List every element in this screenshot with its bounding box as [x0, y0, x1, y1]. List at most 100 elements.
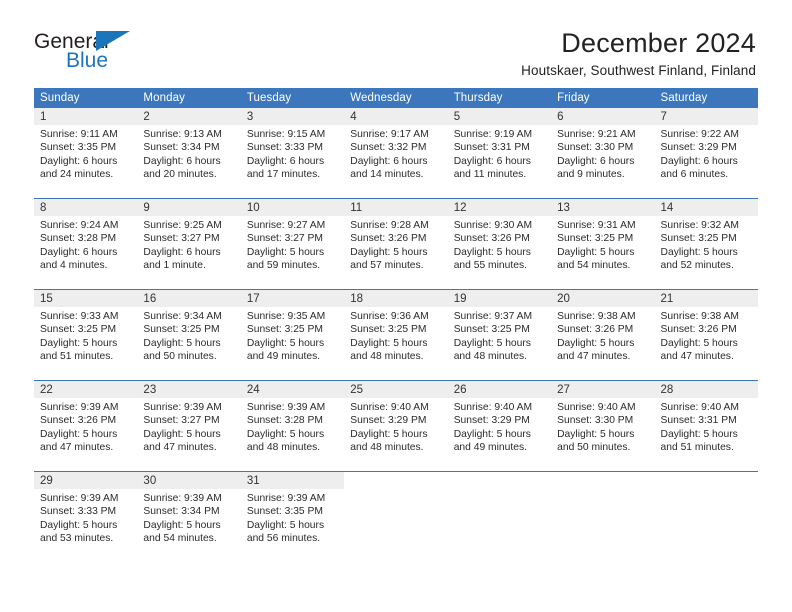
page-header: General Blue December 2024 Houtskaer, So…: [0, 0, 792, 78]
daylight-duration-line2: and 54 minutes.: [557, 260, 631, 272]
calendar-day-cell[interactable]: 9 Sunrise: 9:25 AM Sunset: 3:27 PM Daylight…: [137, 198, 241, 290]
sunrise-time: Sunrise: 9:39 AM: [143, 493, 222, 504]
calendar-day-cell[interactable]: 1 Sunrise: 9:11 AM Sunset: 3:35 PM Daylight…: [34, 108, 138, 199]
sunrise-time: Sunrise: 9:13 AM: [143, 129, 222, 140]
calendar-day-cell[interactable]: 5 Sunrise: 9:19 AM Sunset: 3:31 PM Daylight…: [447, 108, 552, 199]
day-cell-details: Sunrise: 9:40 AM Sunset: 3:29 PM Daylight:…: [344, 398, 447, 455]
calendar-day-cell[interactable]: 11 Sunrise: 9:28 AM Sunset: 3:26 PM Dayligh…: [344, 198, 448, 290]
daylight-duration-line2: and 47 minutes.: [143, 442, 217, 454]
calendar-day-cell[interactable]: 20 Sunrise: 9:38 AM Sunset: 3:26 PM Dayligh…: [551, 289, 655, 381]
calendar-day-cell[interactable]: 15 Sunrise: 9:33 AM Sunset: 3:25 PM Dayligh…: [34, 289, 138, 381]
calendar-day-cell[interactable]: 24 Sunrise: 9:39 AM Sunset: 3:28 PM Dayligh…: [240, 380, 345, 472]
day-cell-details: Sunrise: 9:22 AM Sunset: 3:29 PM Daylight:…: [655, 125, 758, 182]
daylight-duration-line2: and 54 minutes.: [143, 533, 217, 545]
calendar-day-cell[interactable]: 3 Sunrise: 9:15 AM Sunset: 3:33 PM Daylight…: [240, 108, 345, 199]
calendar-day-cell[interactable]: 17 Sunrise: 9:35 AM Sunset: 3:25 PM Dayligh…: [240, 289, 345, 381]
calendar-day-cell[interactable]: 2 Sunrise: 9:13 AM Sunset: 3:34 PM Daylight…: [137, 108, 241, 199]
daylight-duration-line2: and 6 minutes.: [660, 169, 729, 181]
weekday-header-row: Sunday Monday Tuesday Wednesday Thursday…: [34, 88, 758, 108]
sunset-time: Sunset: 3:25 PM: [557, 233, 634, 245]
daylight-duration-line1: Daylight: 5 hours: [246, 246, 325, 258]
calendar-day-cell[interactable]: 31 Sunrise: 9:39 AM Sunset: 3:35 PM Dayligh…: [240, 471, 345, 562]
calendar-day-cell[interactable]: 7 Sunrise: 9:22 AM Sunset: 3:29 PM Daylight…: [654, 108, 758, 199]
sunset-time: Sunset: 3:31 PM: [660, 415, 737, 427]
daylight-duration-line2: and 47 minutes.: [557, 351, 631, 363]
day-number: 7: [654, 108, 758, 125]
day-cell-inner: 11 Sunrise: 9:28 AM Sunset: 3:26 PM Dayligh…: [344, 199, 448, 289]
calendar-day-cell[interactable]: 27 Sunrise: 9:40 AM Sunset: 3:30 PM Dayligh…: [551, 380, 655, 472]
daylight-duration-line1: Daylight: 6 hours: [143, 155, 221, 167]
sunrise-time: Sunrise: 9:24 AM: [40, 220, 119, 231]
day-number: 1: [34, 108, 138, 125]
daylight-duration-line1: Daylight: 5 hours: [246, 428, 325, 440]
day-cell-details: Sunrise: 9:39 AM Sunset: 3:28 PM Daylight:…: [241, 398, 344, 455]
daylight-duration-line1: Daylight: 6 hours: [40, 155, 118, 167]
sunrise-time: Sunrise: 9:38 AM: [557, 311, 636, 322]
sunrise-time: Sunrise: 9:40 AM: [660, 402, 739, 413]
calendar-day-cell[interactable]: 26 Sunrise: 9:40 AM Sunset: 3:29 PM Dayligh…: [447, 380, 552, 472]
daylight-duration-line1: Daylight: 5 hours: [453, 246, 531, 258]
sunrise-time: Sunrise: 9:17 AM: [350, 129, 429, 140]
calendar-day-cell[interactable]: 30 Sunrise: 9:39 AM Sunset: 3:34 PM Dayligh…: [137, 471, 241, 562]
day-cell-details: Sunrise: 9:11 AM Sunset: 3:35 PM Daylight:…: [34, 125, 137, 182]
calendar-day-cell[interactable]: 28 Sunrise: 9:40 AM Sunset: 3:31 PM Dayligh…: [654, 380, 758, 472]
logo-text-blue: Blue: [66, 49, 109, 72]
sunrise-time: Sunrise: 9:32 AM: [660, 220, 739, 231]
day-cell-inner: 15 Sunrise: 9:33 AM Sunset: 3:25 PM Dayligh…: [34, 290, 138, 380]
day-cell-inner: 21 Sunrise: 9:38 AM Sunset: 3:26 PM Dayligh…: [654, 290, 758, 380]
day-cell-inner: 31 Sunrise: 9:39 AM Sunset: 3:35 PM Dayligh…: [240, 472, 345, 562]
calendar-day-cell[interactable]: 4 Sunrise: 9:17 AM Sunset: 3:32 PM Daylight…: [344, 108, 448, 199]
sunrise-time: Sunrise: 9:31 AM: [557, 220, 636, 231]
calendar-day-cell[interactable]: 25 Sunrise: 9:40 AM Sunset: 3:29 PM Dayligh…: [344, 380, 448, 472]
day-cell-inner: 13 Sunrise: 9:31 AM Sunset: 3:25 PM Dayligh…: [551, 199, 655, 289]
sunset-time: Sunset: 3:29 PM: [453, 415, 530, 427]
sunrise-time: Sunrise: 9:15 AM: [246, 129, 326, 140]
general-blue-logo[interactable]: General Blue: [34, 28, 152, 76]
day-cell-inner: 10 Sunrise: 9:27 AM Sunset: 3:27 PM Dayligh…: [240, 199, 345, 289]
daylight-duration-line1: Daylight: 5 hours: [143, 337, 221, 349]
sunrise-time: Sunrise: 9:11 AM: [40, 129, 118, 140]
day-number: 26: [447, 381, 552, 398]
sunset-time: Sunset: 3:25 PM: [40, 324, 117, 336]
sunrise-time: Sunrise: 9:39 AM: [246, 402, 326, 413]
calendar-day-cell[interactable]: 8 Sunrise: 9:24 AM Sunset: 3:28 PM Daylight…: [34, 198, 138, 290]
calendar-day-cell[interactable]: 18 Sunrise: 9:36 AM Sunset: 3:25 PM Dayligh…: [344, 289, 448, 381]
calendar-day-cell[interactable]: 6 Sunrise: 9:21 AM Sunset: 3:30 PM Daylight…: [551, 108, 655, 199]
daylight-duration-line1: Daylight: 5 hours: [557, 428, 635, 440]
day-cell-details: Sunrise: 9:24 AM Sunset: 3:28 PM Daylight:…: [34, 216, 137, 273]
calendar-day-cell[interactable]: 23 Sunrise: 9:39 AM Sunset: 3:27 PM Dayligh…: [137, 380, 241, 472]
calendar-week-row: 15 Sunrise: 9:33 AM Sunset: 3:25 PM Dayligh…: [34, 289, 758, 381]
calendar-day-cell[interactable]: 29 Sunrise: 9:39 AM Sunset: 3:33 PM Dayligh…: [34, 471, 138, 562]
day-cell-inner: 23 Sunrise: 9:39 AM Sunset: 3:27 PM Dayligh…: [137, 381, 241, 471]
calendar-day-cell[interactable]: 22 Sunrise: 9:39 AM Sunset: 3:26 PM Dayligh…: [34, 380, 138, 472]
calendar-day-cell[interactable]: 16 Sunrise: 9:34 AM Sunset: 3:25 PM Dayligh…: [137, 289, 241, 381]
sunset-time: Sunset: 3:26 PM: [660, 324, 737, 336]
daylight-duration-line2: and 51 minutes.: [660, 442, 734, 454]
calendar-day-cell[interactable]: 10 Sunrise: 9:27 AM Sunset: 3:27 PM Dayligh…: [240, 198, 345, 290]
sunrise-time: Sunrise: 9:30 AM: [453, 220, 533, 231]
sunrise-time: Sunrise: 9:39 AM: [40, 402, 119, 413]
daylight-duration-line1: Daylight: 5 hours: [40, 337, 118, 349]
day-number: 24: [240, 381, 345, 398]
sunset-time: Sunset: 3:35 PM: [40, 142, 117, 154]
day-cell-inner: 5 Sunrise: 9:19 AM Sunset: 3:31 PM Daylight…: [447, 108, 552, 198]
day-cell-details: Sunrise: 9:28 AM Sunset: 3:26 PM Daylight:…: [344, 216, 447, 273]
daylight-duration-line2: and 14 minutes.: [350, 169, 424, 181]
day-cell-details: Sunrise: 9:40 AM Sunset: 3:29 PM Daylight:…: [448, 398, 551, 455]
daylight-duration-line1: Daylight: 5 hours: [143, 519, 221, 531]
calendar-day-cell[interactable]: 21 Sunrise: 9:38 AM Sunset: 3:26 PM Dayligh…: [654, 289, 758, 381]
page-title: December 2024: [561, 28, 756, 58]
calendar-day-cell[interactable]: 12 Sunrise: 9:30 AM Sunset: 3:26 PM Dayligh…: [447, 198, 552, 290]
day-cell-details: Sunrise: 9:39 AM Sunset: 3:34 PM Daylight:…: [137, 489, 240, 546]
calendar-day-cell[interactable]: 14 Sunrise: 9:32 AM Sunset: 3:25 PM Dayligh…: [654, 198, 758, 290]
daylight-duration-line2: and 48 minutes.: [350, 351, 424, 363]
calendar-day-cell[interactable]: 19 Sunrise: 9:37 AM Sunset: 3:25 PM Dayligh…: [447, 289, 552, 381]
day-number: 11: [344, 199, 448, 216]
day-cell-details: Sunrise: 9:39 AM Sunset: 3:35 PM Daylight:…: [241, 489, 344, 546]
sunrise-time: Sunrise: 9:40 AM: [453, 402, 533, 413]
daylight-duration-line2: and 50 minutes.: [557, 442, 631, 454]
daylight-duration-line1: Daylight: 5 hours: [453, 337, 531, 349]
calendar-day-cell[interactable]: 13 Sunrise: 9:31 AM Sunset: 3:25 PM Dayligh…: [551, 198, 655, 290]
daylight-duration-line1: Daylight: 5 hours: [40, 519, 118, 531]
sunrise-time: Sunrise: 9:35 AM: [246, 311, 326, 322]
